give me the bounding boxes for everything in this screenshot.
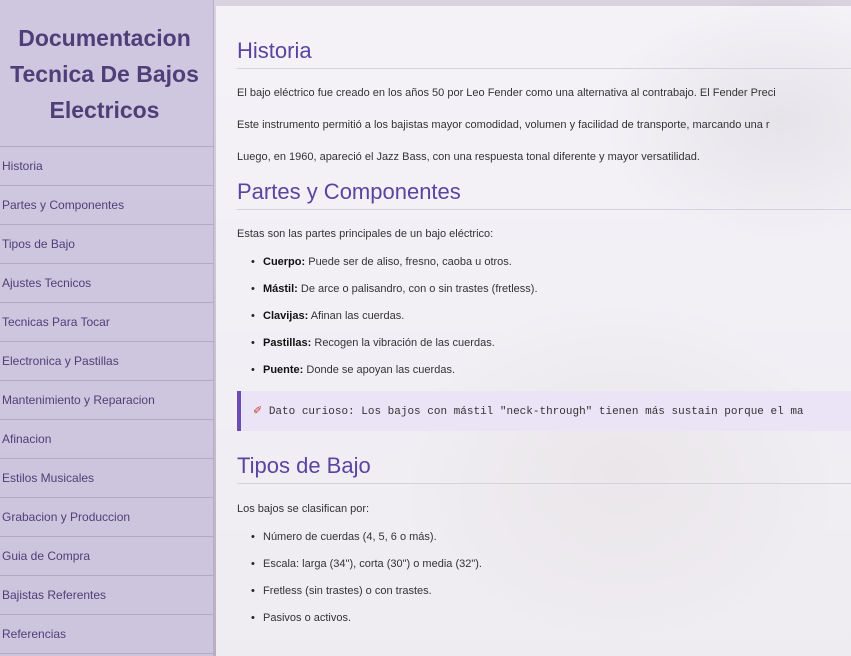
heading-historia: Historia	[237, 38, 851, 69]
heading-partes: Partes y Componentes	[237, 179, 851, 210]
sidebar-item-tipos[interactable]: Tipos de Bajo	[0, 225, 213, 264]
site-title-line-3: Electricos	[49, 97, 160, 123]
sidebar-item-electronica[interactable]: Electronica y Pastillas	[0, 342, 213, 381]
sidebar-item-estilos[interactable]: Estilos Musicales	[0, 459, 213, 498]
list-item: Fretless (sin trastes) o con trastes.	[237, 584, 851, 598]
historia-paragraph-2: Este instrumento permitió a los bajistas…	[237, 119, 770, 131]
sidebar-item-tecnicas[interactable]: Tecnicas Para Tocar	[0, 303, 213, 342]
fun-fact-text: Dato curioso: Los bajos con mástil "neck…	[268, 406, 804, 418]
list-item: Escala: larga (34"), corta (30") o media…	[237, 557, 851, 571]
heading-tipos: Tipos de Bajo	[237, 453, 851, 484]
sidebar-item-afinacion[interactable]: Afinacion	[0, 420, 213, 459]
partes-intro: Estas son las partes principales de un b…	[237, 228, 494, 240]
list-item: Pastillas: Recogen la vibración de las c…	[237, 336, 851, 350]
list-item: Número de cuerdas (4, 5, 6 o más).	[237, 530, 851, 544]
partes-list: Cuerpo: Puede ser de aliso, fresno, caob…	[237, 255, 851, 377]
pencil-icon: ✐	[253, 404, 263, 417]
list-item: Clavijas: Afinan las cuerdas.	[237, 309, 851, 323]
sidebar-item-grabacion[interactable]: Grabacion y Produccion	[0, 498, 213, 537]
site-title: Documentacion Tecnica De Bajos Electrico…	[0, 0, 213, 146]
list-item: Mástil: De arce o palisandro, con o sin …	[237, 282, 851, 296]
sidebar-item-bajistas[interactable]: Bajistas Referentes	[0, 576, 213, 615]
site-title-line-1: Documentacion	[18, 25, 191, 51]
main-content: Historia El bajo eléctrico fue creado en…	[216, 6, 851, 656]
tipos-intro: Los bajos se clasifican por:	[237, 503, 370, 515]
historia-paragraph-3: Luego, en 1960, apareció el Jazz Bass, c…	[237, 151, 700, 163]
sidebar-item-ajustes[interactable]: Ajustes Tecnicos	[0, 264, 213, 303]
tipos-list: Número de cuerdas (4, 5, 6 o más). Escal…	[237, 530, 851, 625]
sidebar-item-mantenimiento[interactable]: Mantenimiento y Reparacion	[0, 381, 213, 420]
sidebar: Documentacion Tecnica De Bajos Electrico…	[0, 0, 214, 656]
site-title-line-2: Tecnica De Bajos	[10, 61, 199, 87]
list-item: Puente: Donde se apoyan las cuerdas.	[237, 363, 851, 377]
sidebar-item-referencias[interactable]: Referencias	[0, 615, 213, 654]
sidebar-item-historia[interactable]: Historia	[0, 147, 213, 186]
fun-fact-callout: ✐ Dato curioso: Los bajos con mástil "ne…	[237, 391, 851, 431]
list-item: Cuerpo: Puede ser de aliso, fresno, caob…	[237, 255, 851, 269]
sidebar-nav: Historia Partes y Componentes Tipos de B…	[0, 146, 213, 654]
sidebar-item-guia[interactable]: Guia de Compra	[0, 537, 213, 576]
list-item: Pasivos o activos.	[237, 611, 851, 625]
sidebar-item-partes[interactable]: Partes y Componentes	[0, 186, 213, 225]
historia-paragraph-1: El bajo eléctrico fue creado en los años…	[237, 87, 776, 99]
